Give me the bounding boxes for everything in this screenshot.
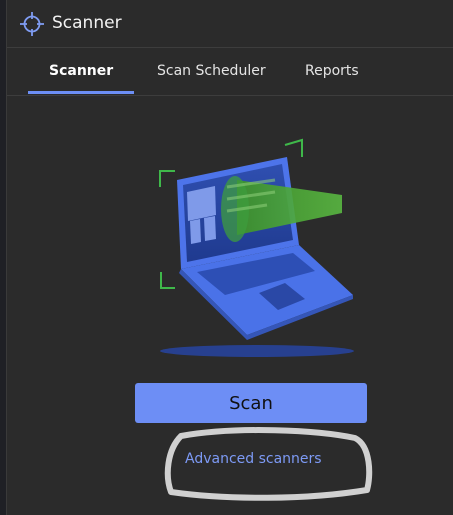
tab-scanner[interactable]: Scanner bbox=[49, 63, 113, 79]
laptop-scan-icon bbox=[159, 138, 354, 357]
scan-button[interactable]: Scan bbox=[135, 383, 367, 423]
advanced-scanners-link[interactable]: Advanced scanners bbox=[185, 451, 322, 467]
scanner-window: Scanner Scanner Scan Scheduler Reports S… bbox=[6, 0, 453, 515]
tab-scan-scheduler[interactable]: Scan Scheduler bbox=[157, 63, 266, 79]
tab-reports[interactable]: Reports bbox=[305, 63, 359, 79]
active-tab-indicator bbox=[28, 91, 134, 94]
title-bar: Scanner bbox=[7, 0, 453, 48]
window-title: Scanner bbox=[52, 13, 122, 33]
crosshair-icon bbox=[20, 12, 44, 36]
tab-bar: Scanner Scan Scheduler Reports bbox=[7, 48, 453, 96]
